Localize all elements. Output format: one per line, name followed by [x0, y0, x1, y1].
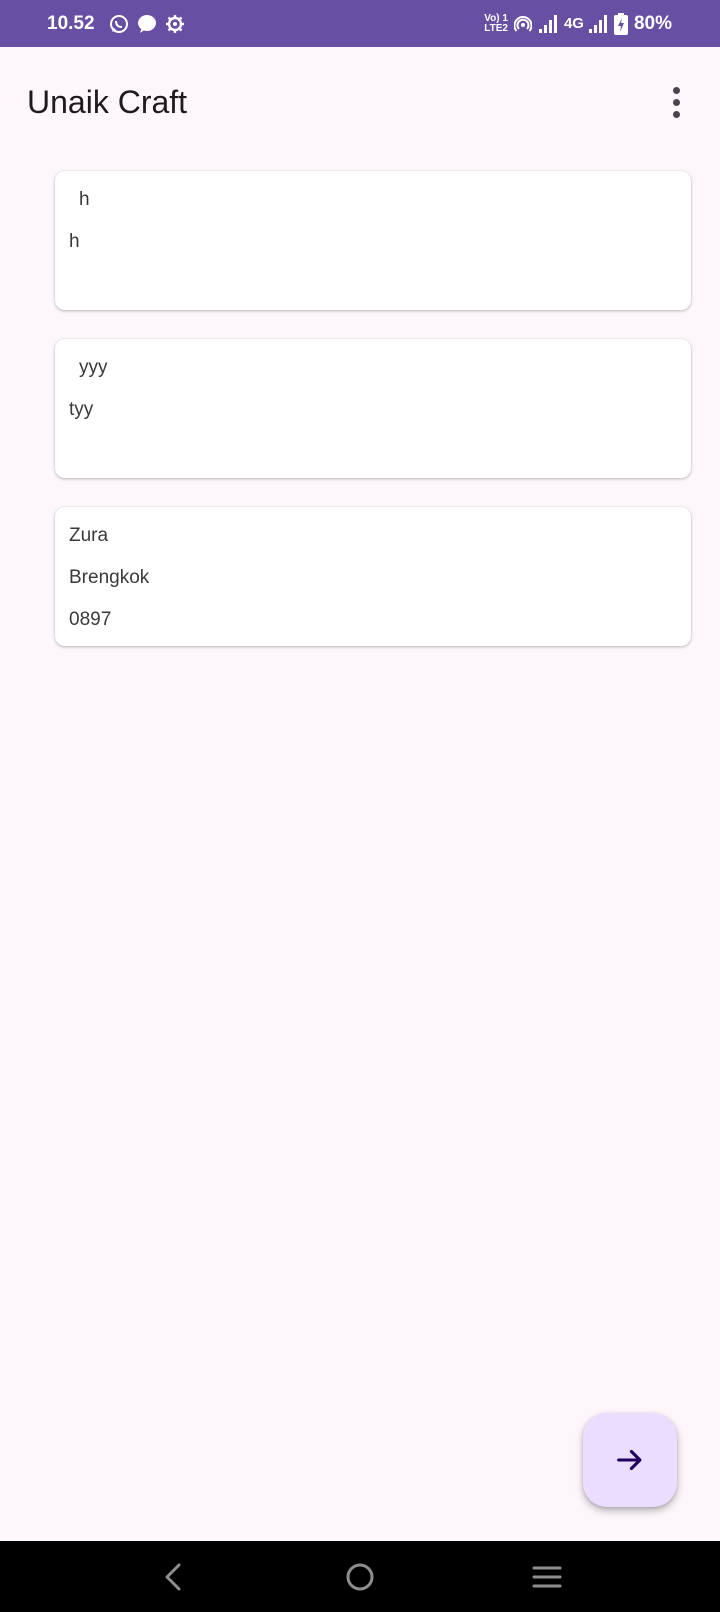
arrow-right-icon	[617, 1449, 642, 1471]
home-icon	[346, 1563, 374, 1590]
card-detail: 0897	[69, 609, 112, 630]
card-detail	[69, 272, 677, 314]
more-vert-icon-dot	[672, 98, 680, 106]
status-bar: 10.52 Vo) 1 LTE2 4G 80%	[0, 0, 720, 47]
status-bar-right: Vo) 1 LTE2 4G 80%	[484, 12, 672, 35]
status-time: 10.52	[47, 12, 95, 34]
top-app-bar: Unaik Craft	[0, 47, 720, 157]
system-nav-bar	[0, 1541, 720, 1612]
card-title: h	[79, 189, 90, 210]
card-title: yyy	[79, 357, 108, 378]
card-subtitle: tyy	[69, 399, 94, 420]
card-subtitle: h	[69, 231, 80, 252]
signal-sim2-icon	[588, 14, 608, 33]
recents-icon	[532, 1566, 562, 1587]
battery-charging-icon	[613, 12, 628, 35]
nav-back-button[interactable]	[143, 1547, 203, 1607]
chat-bubble-icon	[137, 14, 157, 34]
signal-sim1-icon	[538, 14, 558, 33]
more-vert-icon-dot	[672, 110, 680, 118]
card-title: Zura	[69, 525, 109, 546]
card-subtitle: Brengkok	[69, 567, 150, 588]
nav-home-button[interactable]	[330, 1547, 390, 1607]
whatsapp-icon	[109, 14, 129, 34]
list-item-card[interactable]: Zura Brengkok 0897	[55, 507, 691, 646]
battery-percent: 80%	[633, 12, 672, 34]
nav-recents-button[interactable]	[517, 1547, 577, 1607]
page-title: Unaik Craft	[27, 83, 188, 120]
network-type-label: 4G	[563, 15, 584, 32]
card-list: h h yyy tyy Zura Brengkok 0897	[55, 171, 691, 675]
hotspot-icon	[513, 15, 532, 33]
more-vert-icon	[672, 86, 680, 94]
next-fab-button[interactable]	[583, 1413, 677, 1507]
list-item-card[interactable]: yyy tyy	[55, 339, 691, 478]
back-icon	[165, 1563, 181, 1590]
settings-gear-icon	[165, 14, 185, 34]
more-options-button[interactable]	[654, 80, 698, 124]
volte-indicator: Vo) 1 LTE2	[484, 13, 508, 34]
volte-label-bottom: LTE2	[484, 22, 508, 34]
status-bar-left: 10.52	[47, 13, 193, 35]
card-detail	[69, 440, 677, 482]
list-item-card[interactable]: h h	[55, 171, 691, 310]
